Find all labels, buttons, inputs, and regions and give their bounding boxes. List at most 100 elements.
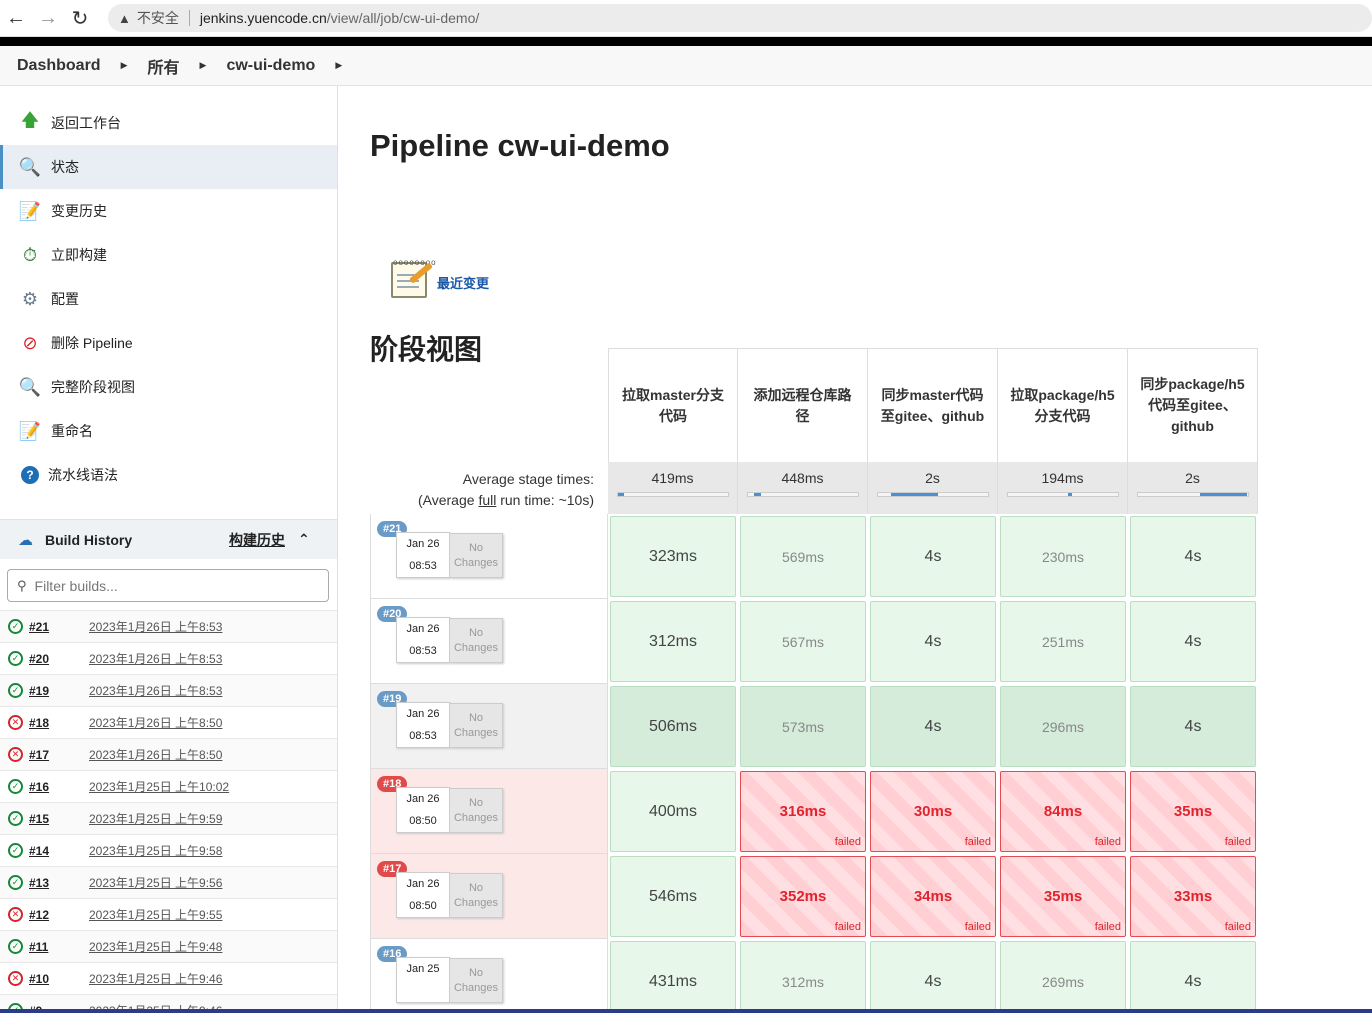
- stage-cell[interactable]: 84ms failed: [998, 769, 1128, 854]
- stage-cell[interactable]: 312ms: [608, 599, 738, 684]
- build-date-link[interactable]: 2023年1月25日 上午9:46: [89, 970, 222, 987]
- forward-icon[interactable]: →: [32, 2, 64, 34]
- stage-cell[interactable]: 4s: [1128, 939, 1258, 1013]
- stage-cell[interactable]: 312ms: [738, 939, 868, 1013]
- stage-cell[interactable]: 4s: [1128, 684, 1258, 769]
- build-number-link[interactable]: #21: [29, 620, 89, 634]
- build-number-link[interactable]: #17: [29, 748, 89, 762]
- build-number-link[interactable]: #11: [29, 940, 89, 954]
- stage-cell[interactable]: 323ms: [608, 514, 738, 599]
- stage-cell[interactable]: 431ms: [608, 939, 738, 1013]
- sidebar-task[interactable]: 🡅 返回工作台: [0, 101, 337, 145]
- build-history-title: Build History: [45, 531, 133, 548]
- build-date-link[interactable]: 2023年1月25日 上午9:48: [89, 938, 222, 955]
- stage-cell[interactable]: 35ms failed: [998, 854, 1128, 939]
- stage-cell[interactable]: 251ms: [998, 599, 1128, 684]
- reload-icon[interactable]: ↻: [64, 2, 96, 34]
- stage-cell-success: 4s: [1130, 941, 1256, 1013]
- stage-cell[interactable]: 400ms: [608, 769, 738, 854]
- breadcrumb-arrow-icon[interactable]: ▶: [200, 60, 207, 71]
- stage-cell[interactable]: 30ms failed: [868, 769, 998, 854]
- stage-cell-success: 567ms: [740, 601, 866, 682]
- build-date-link[interactable]: 2023年1月26日 上午8:50: [89, 746, 222, 763]
- success-check-icon: ✓: [8, 843, 23, 858]
- build-date-link[interactable]: 2023年1月26日 上午8:53: [89, 618, 222, 635]
- build-number-link[interactable]: #13: [29, 876, 89, 890]
- build-date-link[interactable]: 2023年1月25日 上午9:58: [89, 842, 222, 859]
- stage-cell[interactable]: 296ms: [998, 684, 1128, 769]
- address-bar[interactable]: ▲ 不安全 jenkins.yuencode.cn /view/all/job/…: [108, 4, 1372, 32]
- sidebar-task[interactable]: 🔍 完整阶段视图: [0, 365, 337, 409]
- build-date-link[interactable]: 2023年1月25日 上午9:59: [89, 810, 222, 827]
- stage-cell-success: 431ms: [610, 941, 736, 1013]
- full-run-link[interactable]: full: [478, 492, 496, 508]
- build-date-link[interactable]: 2023年1月26日 上午8:53: [89, 682, 222, 699]
- build-date-link[interactable]: 2023年1月25日 上午10:02: [89, 778, 229, 795]
- sidebar-task-label: 变更历史: [51, 203, 107, 219]
- stage-cell[interactable]: 4s: [868, 684, 998, 769]
- sidebar-task[interactable]: ⏱ 立即构建: [0, 233, 337, 277]
- run-info: #18 Jan 26 08:50 No Changes: [370, 769, 608, 854]
- build-number-link[interactable]: #19: [29, 684, 89, 698]
- sidebar-task[interactable]: 📝 重命名: [0, 409, 337, 453]
- build-number-link[interactable]: #16: [29, 780, 89, 794]
- sidebar-task[interactable]: ? 流水线语法: [0, 453, 337, 497]
- stage-cell[interactable]: 569ms: [738, 514, 868, 599]
- up-arrow-icon: 🡅: [20, 110, 40, 130]
- breadcrumb-dashboard[interactable]: Dashboard: [17, 57, 101, 75]
- stage-cell[interactable]: 230ms: [998, 514, 1128, 599]
- back-icon[interactable]: ←: [0, 2, 32, 34]
- sidebar-task[interactable]: 🔍 状态: [0, 145, 337, 189]
- stage-average-time: 448ms: [781, 470, 824, 486]
- breadcrumb-job[interactable]: cw-ui-demo: [226, 57, 315, 75]
- stage-cell[interactable]: 34ms failed: [868, 854, 998, 939]
- stage-cell[interactable]: 269ms: [998, 939, 1128, 1013]
- stage-cell[interactable]: 4s: [868, 939, 998, 1013]
- stage-cell[interactable]: 4s: [868, 514, 998, 599]
- sidebar-task[interactable]: 📝 变更历史: [0, 189, 337, 233]
- stage-cell[interactable]: 567ms: [738, 599, 868, 684]
- stage-cell[interactable]: 352ms failed: [738, 854, 868, 939]
- build-number-link[interactable]: #20: [29, 652, 89, 666]
- stage-duration: 506ms: [648, 717, 698, 735]
- recent-changes[interactable]: oooooooo 最近变更: [388, 256, 1372, 302]
- breadcrumb-arrow-icon[interactable]: ▶: [335, 60, 342, 71]
- stage-cell[interactable]: 4s: [1128, 599, 1258, 684]
- stage-cell[interactable]: 4s: [1128, 514, 1258, 599]
- build-number-link[interactable]: #12: [29, 908, 89, 922]
- stage-cell[interactable]: 506ms: [608, 684, 738, 769]
- build-number-link[interactable]: #15: [29, 812, 89, 826]
- stage-duration: 84ms: [1043, 803, 1083, 820]
- stage-cell[interactable]: 316ms failed: [738, 769, 868, 854]
- build-date-link[interactable]: 2023年1月26日 上午8:50: [89, 714, 222, 731]
- build-number-link[interactable]: #18: [29, 716, 89, 730]
- stage-duration: 4s: [1184, 632, 1202, 650]
- stage-cell[interactable]: 4s: [868, 599, 998, 684]
- stage-cell[interactable]: 35ms failed: [1128, 769, 1258, 854]
- failed-label: failed: [834, 921, 861, 933]
- build-date-link[interactable]: 2023年1月25日 上午9:56: [89, 874, 222, 891]
- sidebar-task[interactable]: ⊘ 删除 Pipeline: [0, 321, 337, 365]
- run-info: #17 Jan 26 08:50 No Changes: [370, 854, 608, 939]
- stage-cell-failed: 33ms failed: [1130, 856, 1256, 937]
- filter-builds-input[interactable]: ⚲ Filter builds...: [7, 569, 329, 602]
- stage-header: 添加远程仓库路径: [738, 348, 868, 462]
- recent-changes-link[interactable]: 最近变更: [437, 273, 489, 292]
- breadcrumb-all[interactable]: 所有: [148, 54, 180, 78]
- sidebar-task[interactable]: ⚙ 配置: [0, 277, 337, 321]
- stage-cell[interactable]: 33ms failed: [1128, 854, 1258, 939]
- build-trend-link[interactable]: 构建历史: [229, 530, 285, 550]
- stage-cell-success: 4s: [1130, 601, 1256, 682]
- stage-average-bar-fill: [754, 493, 761, 496]
- build-number-link[interactable]: #14: [29, 844, 89, 858]
- stage-cell[interactable]: 573ms: [738, 684, 868, 769]
- stage-cell[interactable]: 546ms: [608, 854, 738, 939]
- build-date-link[interactable]: 2023年1月25日 上午9:55: [89, 906, 222, 923]
- gear-icon: ⚙: [21, 288, 39, 309]
- build-date-link[interactable]: 2023年1月26日 上午8:53: [89, 650, 222, 667]
- breadcrumb-arrow-icon[interactable]: ▶: [121, 60, 128, 71]
- no-entry-icon: ⊘: [22, 332, 38, 353]
- failed-x-icon: ✕: [8, 747, 23, 762]
- chevron-up-icon[interactable]: ⌃: [298, 531, 310, 548]
- build-number-link[interactable]: #10: [29, 972, 89, 986]
